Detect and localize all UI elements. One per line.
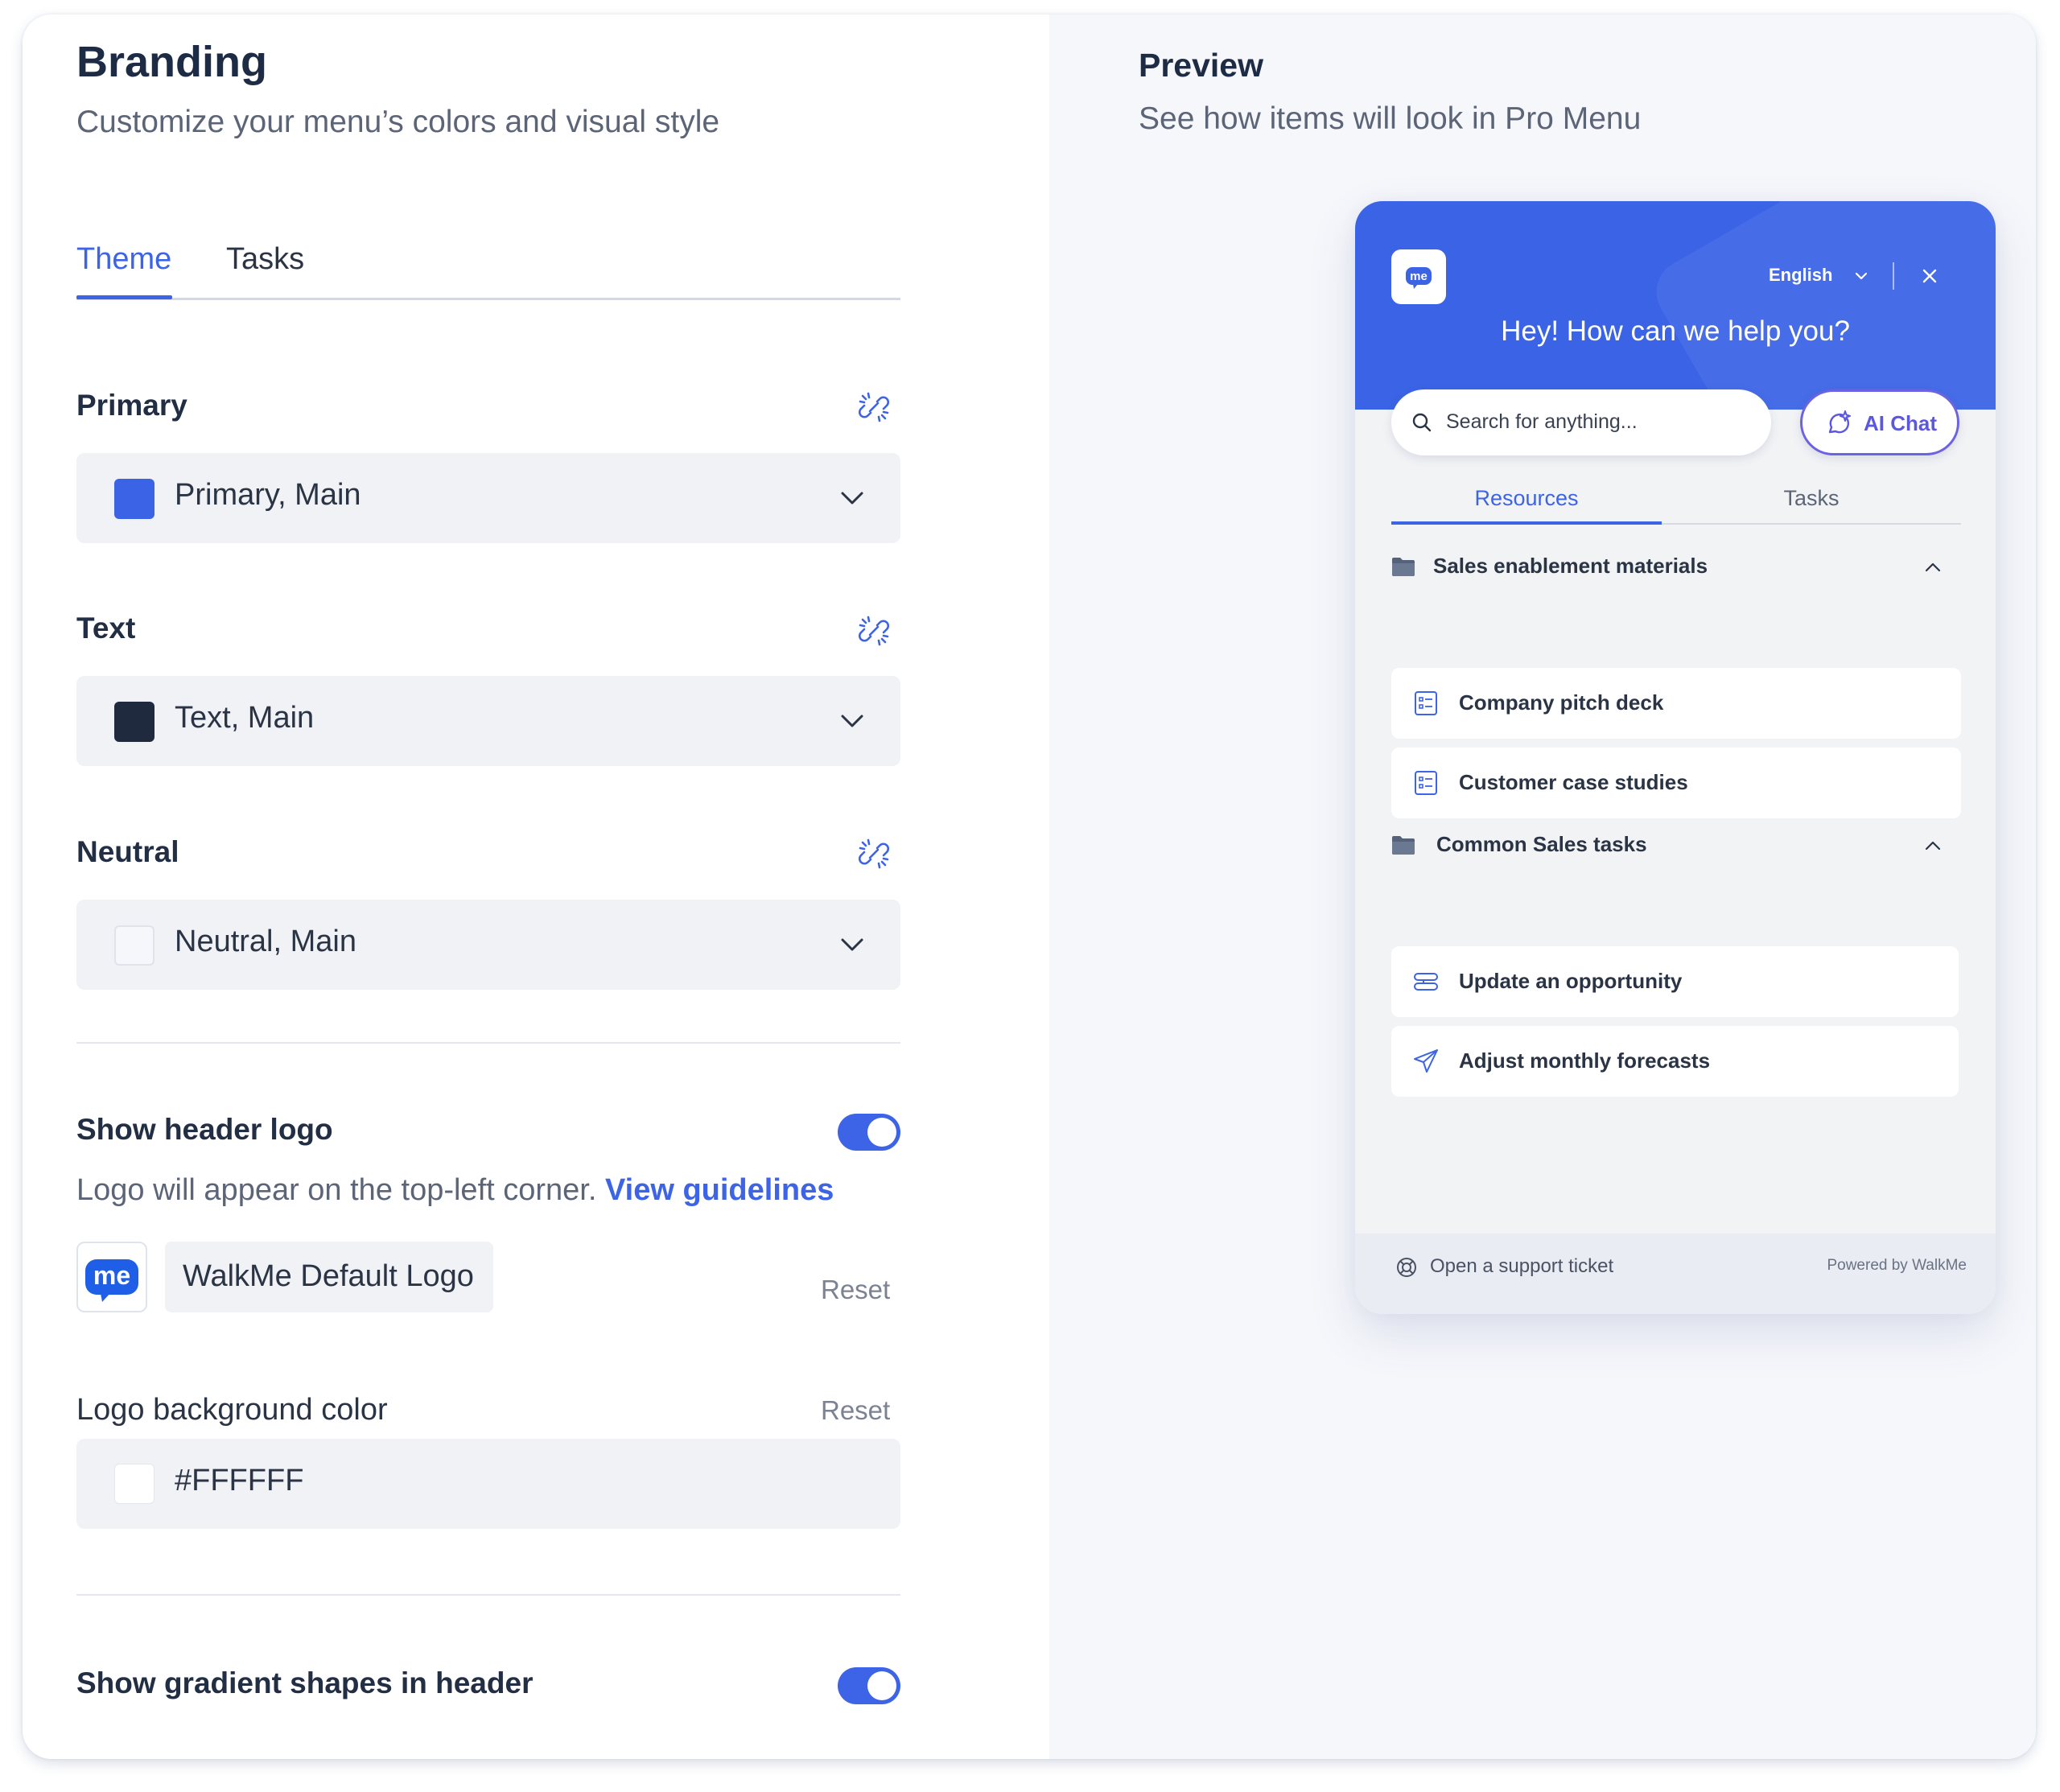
- unlink-icon[interactable]: [858, 391, 890, 423]
- text-color-select[interactable]: Text, Main: [76, 676, 900, 766]
- chevron-up-icon: [1925, 841, 1941, 851]
- show-header-logo-label: Show header logo: [76, 1113, 333, 1146]
- widget-footer: Open a support ticket Powered by WalkMe: [1355, 1234, 1996, 1314]
- document-list-icon: [1415, 771, 1437, 795]
- text-color-swatch: [114, 702, 154, 742]
- walkme-logo-icon: me: [1406, 267, 1432, 289]
- tab-resources[interactable]: Resources: [1391, 486, 1662, 511]
- close-icon[interactable]: [1919, 266, 1940, 286]
- logo-reset-button[interactable]: Reset: [821, 1275, 890, 1305]
- svg-text:me: me: [93, 1261, 130, 1290]
- ai-chat-label: AI Chat: [1864, 411, 1937, 435]
- tab-tasks[interactable]: Tasks: [1662, 486, 1961, 511]
- header-logo-description: Logo will appear on the top-left corner.…: [76, 1173, 834, 1208]
- text-color-value: Text, Main: [175, 701, 315, 735]
- pro-menu-widget-preview: me English Hey! How can we help you? Sea…: [1355, 201, 1996, 1314]
- active-tab-indicator: [76, 295, 172, 299]
- list-item[interactable]: Company pitch deck: [1391, 668, 1961, 739]
- list-item[interactable]: Update an opportunity: [1391, 946, 1959, 1017]
- view-guidelines-link[interactable]: View guidelines: [605, 1173, 834, 1207]
- preview-panel: Preview See how items will look in Pro M…: [1049, 14, 2036, 1759]
- document-list-icon: [1415, 691, 1437, 715]
- primary-color-select[interactable]: Primary, Main: [76, 453, 900, 543]
- logo-thumbnail[interactable]: me: [76, 1242, 147, 1312]
- toggle-knob: [867, 1671, 896, 1700]
- widget-greeting: Hey! How can we help you?: [1501, 315, 1850, 347]
- widget-search-input[interactable]: Search for anything...: [1391, 389, 1771, 455]
- item-label: Customer case studies: [1459, 770, 1688, 794]
- logo-bg-reset-button[interactable]: Reset: [821, 1395, 890, 1426]
- primary-label: Primary: [76, 389, 187, 422]
- text-label: Text: [76, 612, 136, 645]
- active-tab-indicator: [1391, 521, 1662, 525]
- page-subtitle: Customize your menu’s colors and visual …: [76, 105, 720, 139]
- walkme-logo-icon: me: [85, 1259, 138, 1302]
- tab-tasks[interactable]: Tasks: [226, 242, 304, 277]
- list-item[interactable]: Adjust monthly forecasts: [1391, 1026, 1959, 1097]
- logo-bg-color-value: #FFFFFF: [175, 1464, 304, 1497]
- search-placeholder: Search for anything...: [1446, 410, 1638, 433]
- ai-chat-icon: [1828, 410, 1851, 434]
- unlink-icon[interactable]: [858, 615, 890, 647]
- unlink-icon[interactable]: [858, 838, 890, 870]
- divider: [76, 1594, 900, 1596]
- logo-bg-color-swatch: [114, 1464, 154, 1504]
- flow-icon: [1414, 973, 1438, 991]
- gradient-shape: [1644, 201, 1996, 410]
- group-sales-enablement[interactable]: Sales enablement materials: [1391, 549, 1961, 584]
- support-ticket-link[interactable]: Open a support ticket: [1430, 1255, 1613, 1278]
- group-label: Sales enablement materials: [1433, 554, 1708, 578]
- header-logo-description-text: Logo will appear on the top-left corner.: [76, 1173, 597, 1207]
- branding-settings-panel: Branding Customize your menu’s colors an…: [23, 14, 1049, 1759]
- widget-tabs: Resources Tasks: [1391, 476, 1961, 525]
- logo-name-field[interactable]: WalkMe Default Logo: [165, 1242, 493, 1312]
- toggle-knob: [867, 1118, 896, 1147]
- send-icon: [1414, 1049, 1438, 1073]
- chevron-down-icon: [1855, 272, 1868, 280]
- neutral-color-swatch: [114, 925, 154, 966]
- logo-bg-color-label: Logo background color: [76, 1393, 388, 1427]
- chevron-down-icon: [841, 715, 863, 727]
- tab-theme[interactable]: Theme: [76, 242, 171, 277]
- header-separator: [1893, 262, 1894, 290]
- settings-tabs: Theme Tasks: [76, 226, 900, 300]
- search-icon: [1412, 413, 1432, 432]
- item-label: Adjust monthly forecasts: [1459, 1048, 1711, 1073]
- gradient-shapes-toggle[interactable]: [838, 1667, 900, 1704]
- item-label: Update an opportunity: [1459, 969, 1683, 993]
- preview-subtitle: See how items will look in Pro Menu: [1139, 101, 1642, 136]
- chevron-down-icon: [841, 492, 863, 505]
- neutral-label: Neutral: [76, 835, 179, 868]
- chevron-down-icon: [841, 938, 863, 951]
- language-select[interactable]: English: [1769, 265, 1832, 286]
- primary-color-value: Primary, Main: [175, 478, 361, 512]
- widget-logo: me: [1391, 249, 1446, 304]
- preview-title: Preview: [1139, 47, 1263, 84]
- group-label: Common Sales tasks: [1436, 832, 1647, 856]
- folder-icon: [1392, 558, 1415, 576]
- primary-color-swatch: [114, 479, 154, 519]
- logo-bg-color-input[interactable]: #FFFFFF: [76, 1439, 900, 1529]
- svg-text:me: me: [1410, 270, 1428, 283]
- widget-header: me English Hey! How can we help you?: [1355, 201, 1996, 410]
- folder-icon: [1392, 836, 1415, 855]
- chevron-up-icon: [1925, 562, 1941, 572]
- neutral-color-value: Neutral, Main: [175, 925, 356, 958]
- branding-card: Branding Customize your menu’s colors an…: [23, 14, 2036, 1759]
- neutral-color-select[interactable]: Neutral, Main: [76, 900, 900, 990]
- powered-by-text: Powered by WalkMe: [1827, 1257, 1967, 1274]
- support-icon: [1397, 1258, 1416, 1277]
- group-common-sales-tasks[interactable]: Common Sales tasks: [1391, 827, 1961, 863]
- divider: [76, 1042, 900, 1044]
- page-title: Branding: [76, 38, 267, 86]
- ai-chat-button[interactable]: AI Chat: [1800, 389, 1959, 455]
- show-header-logo-toggle[interactable]: [838, 1114, 900, 1151]
- gradient-shapes-label: Show gradient shapes in header: [76, 1666, 534, 1699]
- list-item[interactable]: Customer case studies: [1391, 748, 1961, 818]
- item-label: Company pitch deck: [1459, 690, 1664, 715]
